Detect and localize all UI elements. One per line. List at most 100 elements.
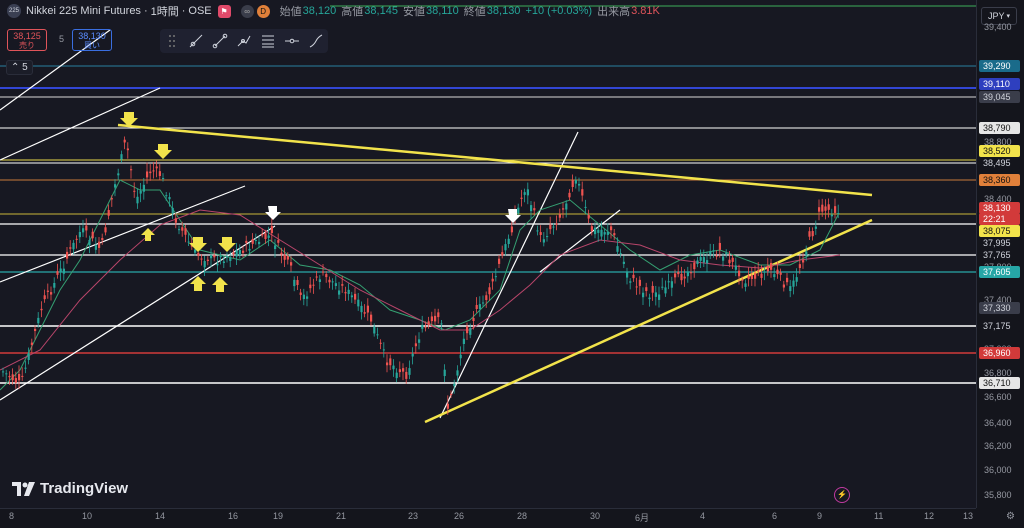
candle-body — [706, 260, 709, 264]
arrow-down-white-icon — [265, 206, 281, 220]
time-tick: 28 — [517, 511, 528, 521]
horizontal-line-icon[interactable] — [283, 32, 301, 50]
brush-icon[interactable] — [307, 32, 325, 50]
candle-body — [821, 204, 824, 212]
candle-body — [56, 271, 59, 275]
candle-body — [53, 282, 56, 288]
candle-body — [536, 230, 539, 232]
price-tick: 36,600 — [984, 392, 1012, 402]
buy-label: 買い — [84, 41, 100, 50]
candle-body — [270, 226, 273, 234]
price-level-label: 39,110 — [979, 78, 1020, 90]
candle-body — [472, 317, 475, 322]
buy-button[interactable]: 38,130 買い — [72, 29, 112, 51]
chart-area[interactable] — [0, 0, 976, 508]
candle-body — [686, 271, 689, 277]
candle-body — [491, 278, 494, 282]
ray-line-icon[interactable] — [187, 32, 205, 50]
candle-body — [549, 224, 552, 230]
price-tick: 36,400 — [984, 418, 1012, 428]
price-tick: 36,000 — [984, 465, 1012, 475]
candle-body — [427, 321, 430, 325]
candle-body — [466, 326, 469, 334]
time-tick: 19 — [273, 511, 284, 521]
candle-body — [91, 231, 94, 239]
brand-name: TradingView — [40, 480, 129, 497]
candle-body — [379, 342, 382, 344]
price-tick: 39,400 — [984, 22, 1012, 32]
time-tick: 8 — [9, 511, 15, 521]
candle-body — [542, 239, 545, 243]
time-tick: 30 — [590, 511, 601, 521]
candle-body — [197, 252, 200, 256]
tradingview-logo: TradingView — [12, 480, 128, 497]
candle-body — [558, 214, 561, 218]
price-chart[interactable] — [0, 0, 976, 508]
collapse-chevron-icon[interactable]: ⌃ — [11, 62, 19, 73]
candle-body — [229, 257, 232, 261]
candle-body — [654, 292, 657, 297]
low-label: 安値 — [402, 6, 425, 18]
time-tick: 26 — [454, 511, 465, 521]
lightning-icon[interactable]: ⚡ — [834, 487, 850, 503]
candle-body — [590, 226, 593, 232]
time-tick: 4 — [700, 511, 706, 521]
candle-body — [302, 294, 305, 300]
candle-body — [754, 273, 757, 279]
candle-body — [414, 343, 417, 347]
settings-gear-icon[interactable]: ⚙ — [1006, 511, 1015, 522]
candle-body — [629, 281, 632, 283]
candle-body — [322, 271, 325, 273]
candle-body — [200, 258, 203, 260]
symbol-name[interactable]: Nikkei 225 Mini Futures — [26, 5, 141, 17]
link-icon[interactable]: ∞ — [240, 4, 254, 18]
candle-body — [552, 226, 555, 228]
drag-handle-icon[interactable] — [163, 32, 181, 50]
time-tick: 21 — [336, 511, 347, 521]
path-icon[interactable] — [235, 32, 253, 50]
candle-body — [651, 285, 654, 293]
drawing-toolbar — [160, 29, 328, 53]
candle-body — [712, 250, 715, 252]
sell-button[interactable]: 38,125 売り — [7, 29, 47, 51]
candle-body — [325, 274, 328, 278]
trend-line-icon[interactable] — [211, 32, 229, 50]
candle-body — [715, 255, 718, 257]
candle-body — [814, 226, 817, 229]
candle-body — [219, 255, 222, 258]
candle-body — [85, 225, 88, 231]
indicator-legend[interactable]: ⌃ 5 — [6, 60, 33, 75]
interval-label[interactable]: 1時間 — [151, 3, 179, 19]
candle-body — [18, 373, 21, 381]
candle-body — [120, 154, 123, 160]
time-axis[interactable] — [0, 508, 976, 528]
candle-body — [344, 292, 347, 294]
candle-body — [462, 338, 465, 344]
candle-body — [674, 273, 677, 278]
data-delay-badge[interactable]: D — [256, 4, 270, 18]
price-level-label: 37,765 — [979, 249, 1020, 261]
candle-body — [696, 260, 699, 265]
alert-flag-icon[interactable]: ⚑ — [217, 4, 231, 18]
price-level-label: 36,960 — [979, 347, 1020, 359]
candle-body — [498, 258, 501, 264]
candle-body — [677, 271, 680, 275]
candle-body — [248, 248, 251, 251]
candle-body — [661, 286, 664, 288]
candle-body — [165, 195, 168, 197]
candle-body — [395, 372, 398, 379]
price-level-label: 37,175 — [979, 320, 1020, 332]
time-tick: 23 — [408, 511, 419, 521]
candle-body — [258, 241, 261, 245]
candle-body — [136, 196, 139, 204]
candle-body — [830, 214, 833, 217]
candle-body — [315, 276, 318, 278]
candle-body — [155, 166, 158, 169]
candle-body — [104, 227, 107, 233]
candle-body — [142, 184, 145, 192]
candle-body — [398, 369, 401, 373]
candle-body — [434, 315, 437, 322]
candle-body — [402, 368, 405, 372]
candle-body — [702, 257, 705, 263]
fib-lines-icon[interactable] — [259, 32, 277, 50]
